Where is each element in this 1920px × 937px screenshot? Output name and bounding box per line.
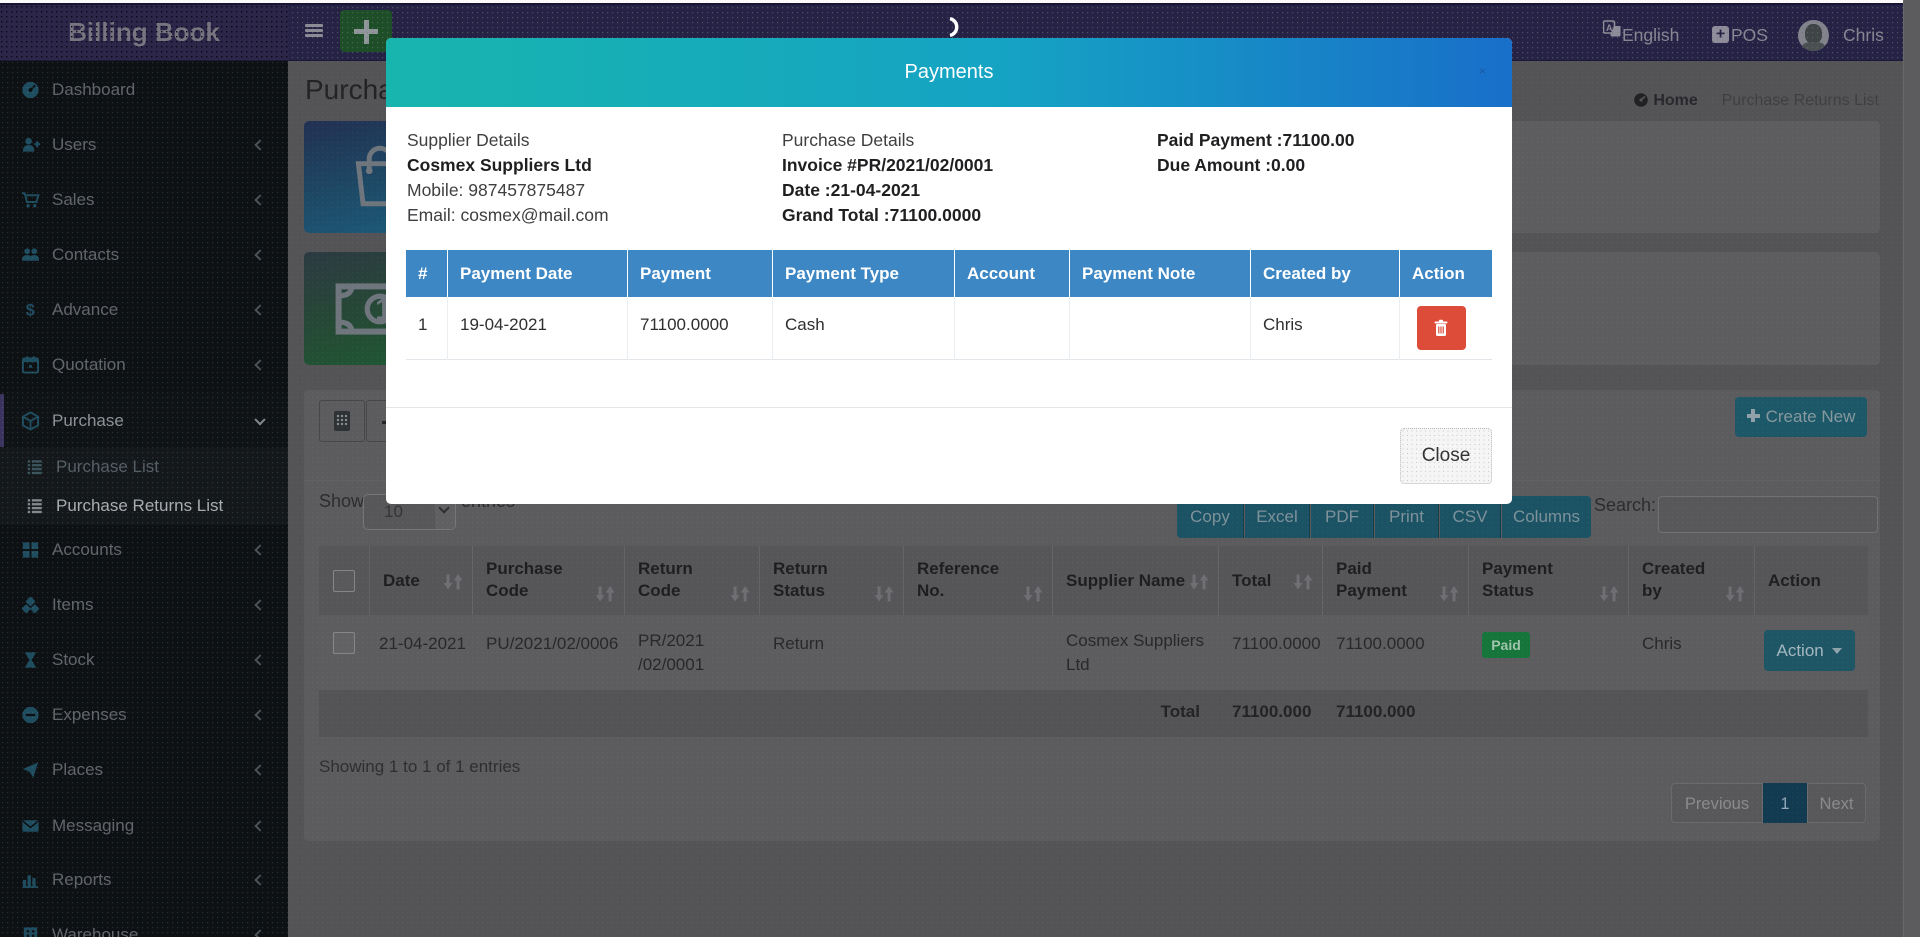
svg-text:$: $: [26, 301, 35, 319]
